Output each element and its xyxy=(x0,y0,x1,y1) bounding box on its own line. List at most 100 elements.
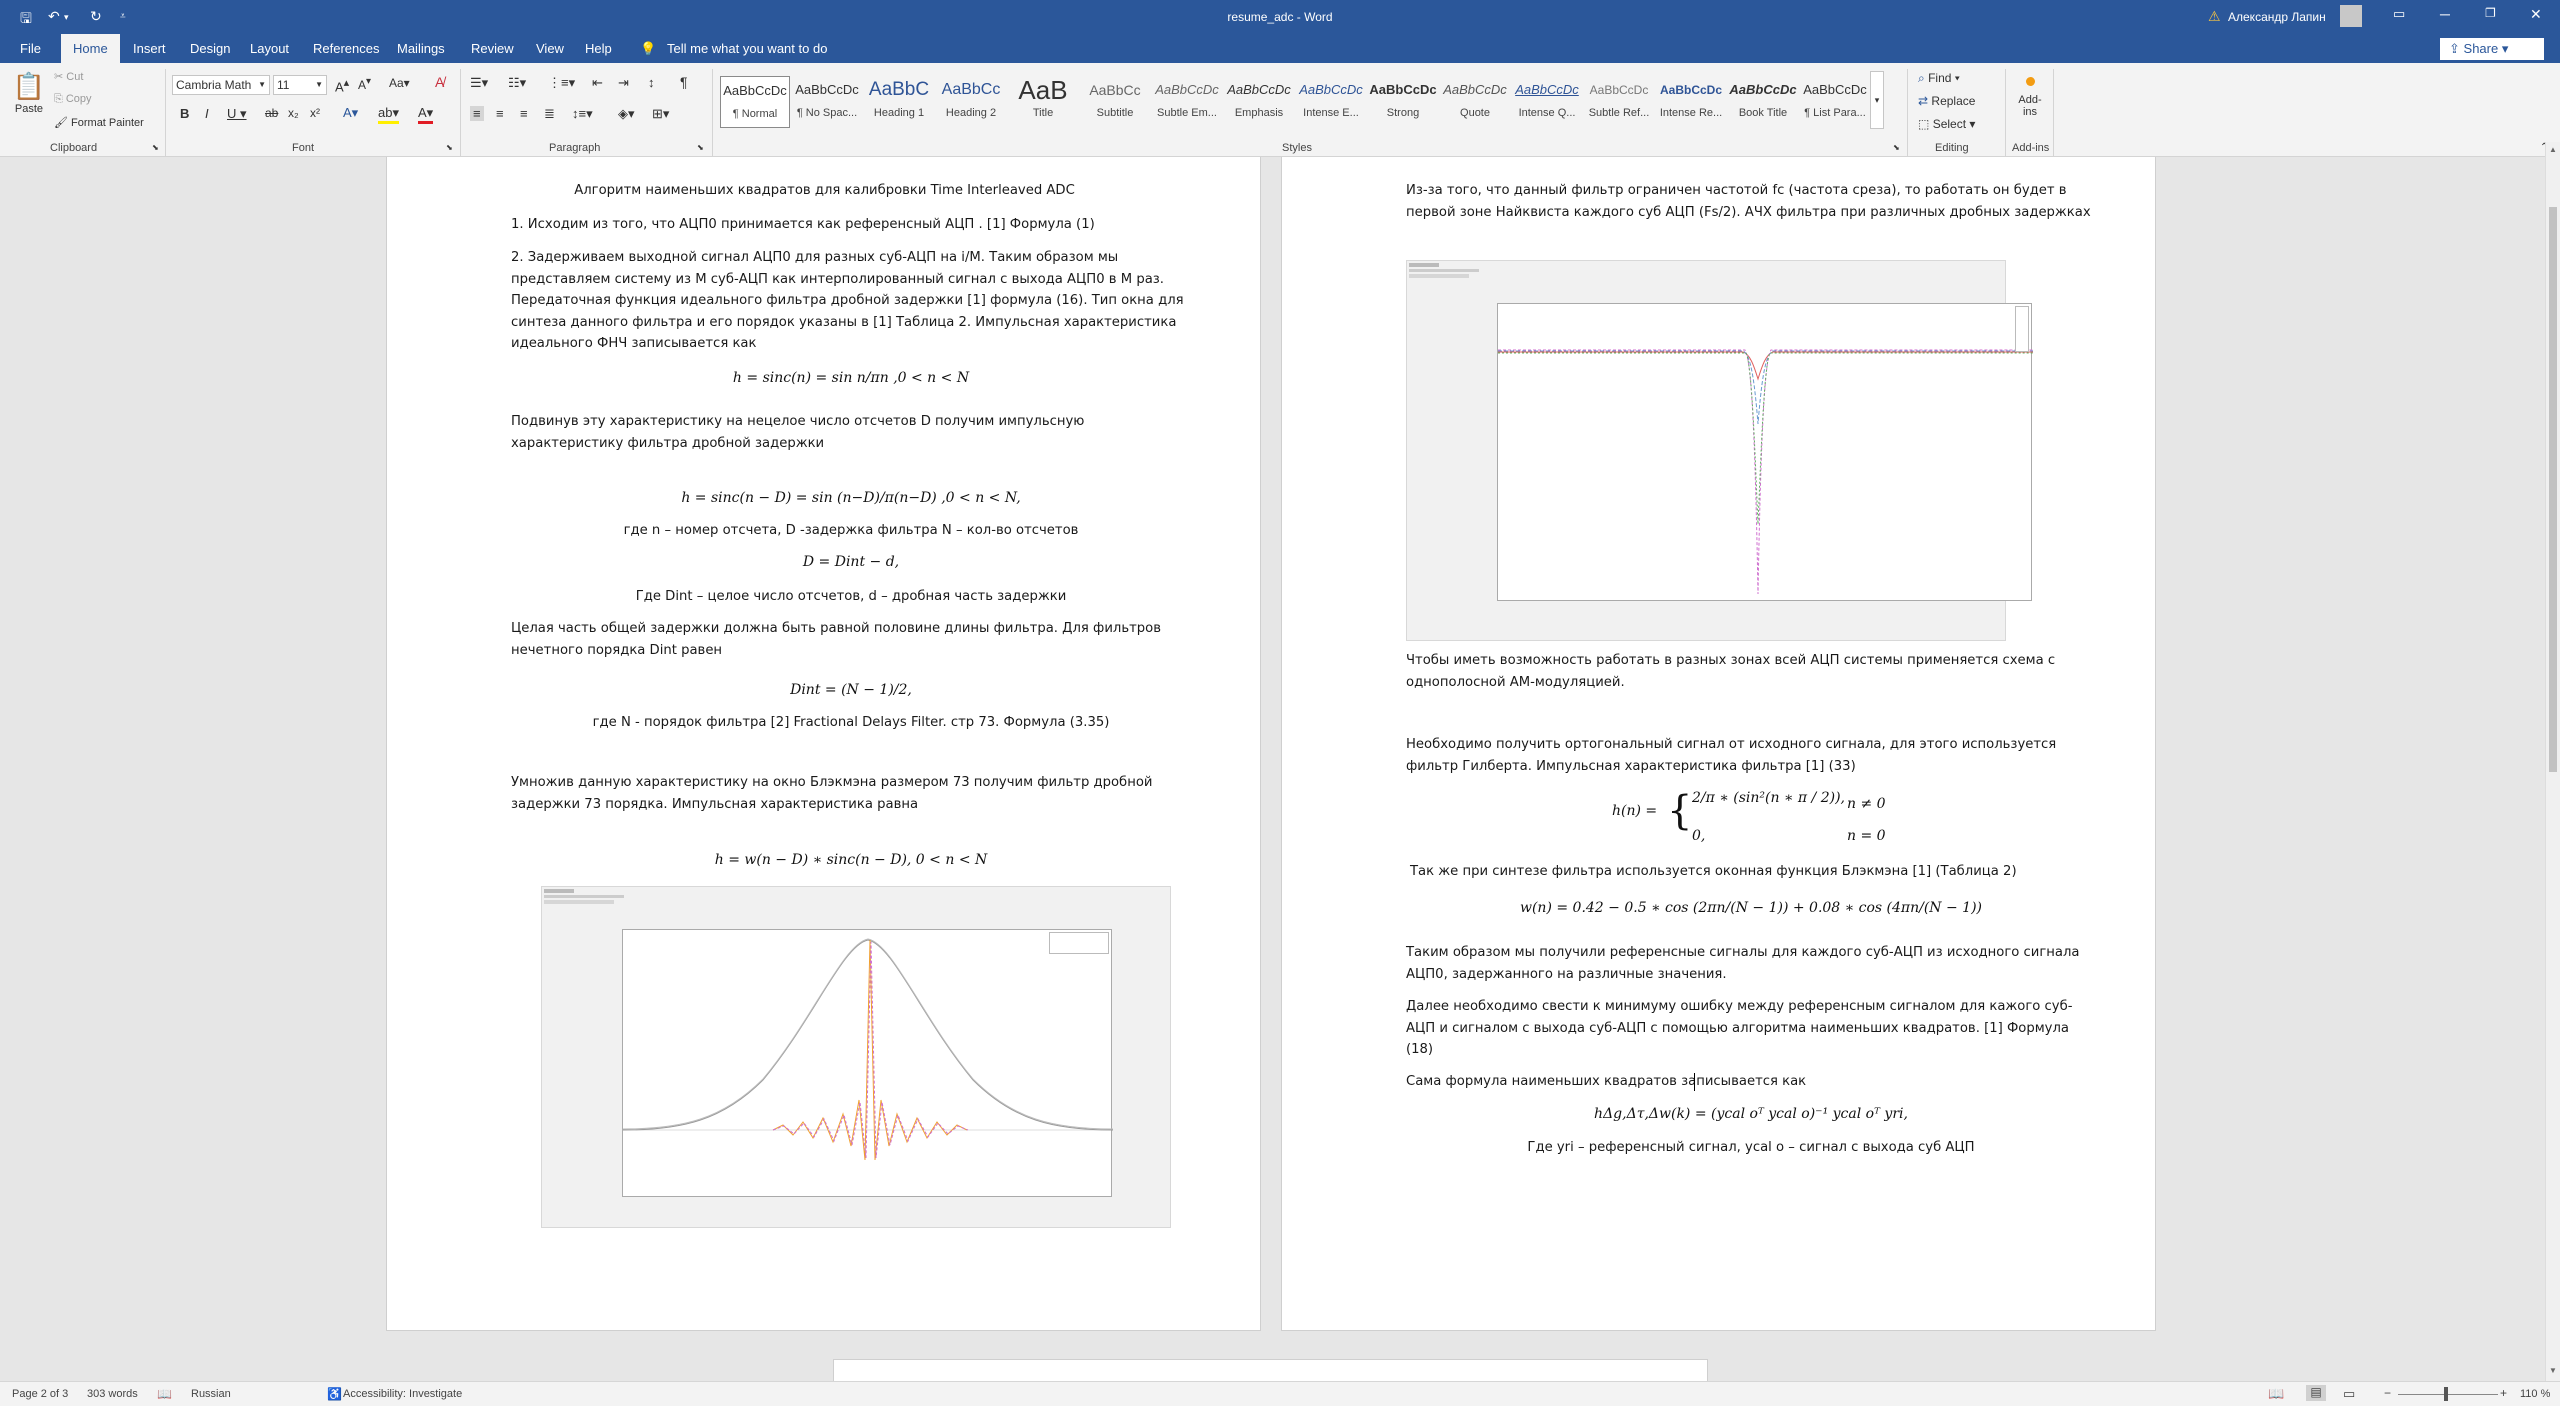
style-intense-quote[interactable]: AaBbCcDc Intense Q... xyxy=(1512,76,1582,128)
styles-more-icon[interactable]: ▾ xyxy=(1870,71,1884,129)
scroll-up-icon[interactable]: ▲ xyxy=(2549,145,2557,154)
decrease-indent-icon[interactable]: ⇤ xyxy=(592,75,603,91)
style-quote[interactable]: AaBbCcDc Quote xyxy=(1440,76,1510,128)
figure-impulse-response[interactable] xyxy=(541,886,1171,1228)
paragraph-5[interactable]: Где Dint – целое число отсчетов, d – дро… xyxy=(511,586,1191,608)
undo-dropdown-icon[interactable]: ▾ xyxy=(64,12,69,23)
tab-mailings[interactable]: Mailings xyxy=(397,34,445,63)
increase-indent-icon[interactable]: ⇥ xyxy=(618,75,629,91)
paste-button[interactable]: 📋 Paste xyxy=(12,69,46,129)
tab-insert[interactable]: Insert xyxy=(133,34,166,63)
select-button[interactable]: ⬚ Select ▾ xyxy=(1918,117,1975,131)
justify-icon[interactable]: ≣ xyxy=(544,106,555,122)
style-no-spacing[interactable]: AaBbCcDc ¶ No Spac... xyxy=(792,76,862,128)
bullets-icon[interactable]: ☰▾ xyxy=(470,75,488,91)
accessibility-status[interactable]: Accessibility: Investigate xyxy=(343,1388,462,1400)
zoom-in-icon[interactable]: + xyxy=(2500,1386,2507,1400)
font-size-select[interactable]: 11 ▼ xyxy=(273,75,327,95)
grow-font-icon[interactable]: A▴ xyxy=(335,76,349,94)
tell-me-search[interactable]: Tell me what you want to do xyxy=(667,34,827,63)
proofing-icon[interactable]: 📖 xyxy=(157,1387,172,1401)
tab-review[interactable]: Review xyxy=(471,34,514,63)
paragraph-2[interactable]: 2. Задерживаем выходной сигнал АЦП0 для … xyxy=(511,247,1191,355)
page-indicator[interactable]: Page 2 of 3 xyxy=(12,1388,68,1400)
paragraph-6[interactable]: Целая часть общей задержки должна быть р… xyxy=(511,618,1191,661)
paragraph-8[interactable]: Умножив данную характеристику на окно Бл… xyxy=(511,772,1191,815)
style-intense-reference[interactable]: AaBbCcDc Intense Re... xyxy=(1656,76,1726,128)
italic-icon[interactable]: I xyxy=(205,106,209,121)
tab-file[interactable]: File xyxy=(20,34,41,63)
style-list-paragraph[interactable]: AaBbCcDc ¶ List Para... xyxy=(1800,76,1870,128)
style-book-title[interactable]: AaBbCcDc Book Title xyxy=(1728,76,1798,128)
subscript-icon[interactable]: x₂ xyxy=(288,106,299,120)
style-subtle-emphasis[interactable]: AaBbCcDc Subtle Em... xyxy=(1152,76,1222,128)
paragraph-r4[interactable]: Так же при синтезе фильтра используется … xyxy=(1410,861,2100,883)
align-center-icon[interactable]: ≡ xyxy=(496,106,504,121)
vertical-scrollbar[interactable]: ▲ ▼ xyxy=(2545,142,2560,1381)
paragraph-r5[interactable]: Таким образом мы получили референсные си… xyxy=(1406,942,2096,985)
font-color-icon[interactable]: A▾ xyxy=(418,105,434,124)
equation-Dint[interactable]: Dint = (N − 1)/2, xyxy=(511,682,1191,698)
scroll-down-icon[interactable]: ▼ xyxy=(2549,1366,2557,1375)
align-right-icon[interactable]: ≡ xyxy=(520,106,528,121)
word-count[interactable]: 303 words xyxy=(87,1388,138,1400)
paragraph-r6[interactable]: Далее необходимо свести к минимуму ошибк… xyxy=(1406,996,2096,1061)
tab-design[interactable]: Design xyxy=(190,34,230,63)
zoom-slider-thumb[interactable] xyxy=(2444,1387,2448,1401)
style-intense-emphasis[interactable]: AaBbCcDc Intense E... xyxy=(1296,76,1366,128)
doc-title[interactable]: Алгоритм наименьших квадратов для калибр… xyxy=(447,180,1202,202)
styles-launcher-icon[interactable]: ⬊ xyxy=(1893,143,1900,152)
paragraph-r1[interactable]: Из-за того, что данный фильтр ограничен … xyxy=(1406,180,2096,223)
addins-button[interactable]: Add-ins xyxy=(2012,71,2048,133)
equation-blackman[interactable]: w(n) = 0.42 − 0.5 ∗ cos (2πn/(N − 1)) + … xyxy=(1406,900,2096,916)
bold-icon[interactable]: B xyxy=(180,106,189,121)
paragraph-r2[interactable]: Чтобы иметь возможность работать в разны… xyxy=(1406,650,2096,693)
paragraph-r3[interactable]: Необходимо получить ортогональный сигнал… xyxy=(1406,734,2096,777)
paragraph-r8[interactable]: Где yri – референсный сигнал, ycal o – с… xyxy=(1406,1137,2096,1159)
paragraph-7[interactable]: где N - порядок фильтра [2] Fractional D… xyxy=(511,712,1191,734)
show-marks-icon[interactable]: ¶ xyxy=(680,74,688,90)
close-icon[interactable]: ✕ xyxy=(2530,6,2542,23)
font-name-select[interactable]: Cambria Math ▼ xyxy=(172,75,270,95)
redo-icon[interactable]: ↻ xyxy=(90,8,102,25)
undo-icon[interactable]: ↶ xyxy=(48,8,60,25)
tab-help[interactable]: Help xyxy=(585,34,612,63)
shrink-font-icon[interactable]: A▾ xyxy=(358,76,371,92)
format-painter-button[interactable]: 🖌 Format Painter xyxy=(54,116,144,129)
print-layout-icon[interactable]: ▤ xyxy=(2306,1385,2326,1401)
paragraph-launcher-icon[interactable]: ⬊ xyxy=(697,143,704,152)
style-heading-2[interactable]: AaBbCc Heading 2 xyxy=(936,76,1006,128)
paragraph-1[interactable]: 1. Исходим из того, что АЦП0 принимается… xyxy=(511,214,1191,236)
style-subtitle[interactable]: AaBbCc Subtitle xyxy=(1080,76,1150,128)
scrollbar-thumb[interactable] xyxy=(2549,207,2557,772)
paragraph-3[interactable]: Подвинув эту характеристику на нецелое ч… xyxy=(511,411,1191,454)
replace-button[interactable]: ⇄ Replace xyxy=(1918,94,1975,108)
read-mode-icon[interactable]: 📖 xyxy=(2268,1386,2284,1402)
ribbon-display-icon[interactable]: ▭ xyxy=(2393,6,2405,22)
zoom-slider[interactable] xyxy=(2398,1394,2498,1395)
borders-icon[interactable]: ⊞▾ xyxy=(652,106,669,122)
paragraph-r7[interactable]: Сама формула наименьших квадратов записы… xyxy=(1406,1071,2096,1093)
font-launcher-icon[interactable]: ⬊ xyxy=(446,143,453,152)
shading-icon[interactable]: ◈▾ xyxy=(618,106,635,122)
equation-D[interactable]: D = Dint − d, xyxy=(511,554,1191,570)
tab-view[interactable]: View xyxy=(536,34,564,63)
style-title[interactable]: AaB Title xyxy=(1008,76,1078,128)
clipboard-launcher-icon[interactable]: ⬊ xyxy=(152,143,159,152)
style-subtle-reference[interactable]: AaBbCcDc Subtle Ref... xyxy=(1584,76,1654,128)
user-name[interactable]: Александр Лапин xyxy=(2228,10,2326,24)
restore-icon[interactable]: ❐ xyxy=(2485,6,2496,20)
equation-sinc[interactable]: h = sinc(n) = sin n/πn ,0 < n < N xyxy=(511,370,1191,386)
tab-references[interactable]: References xyxy=(313,34,379,63)
equation-shifted-sinc[interactable]: h = sinc(n − D) = sin (n−D)/π(n−D) ,0 < … xyxy=(511,490,1191,506)
style-strong[interactable]: AaBbCcDc Strong xyxy=(1368,76,1438,128)
strikethrough-icon[interactable]: ab xyxy=(265,106,278,120)
multilevel-list-icon[interactable]: ⋮≡▾ xyxy=(548,75,575,91)
avatar[interactable] xyxy=(2340,5,2362,27)
copy-button[interactable]: ⎘ Copy xyxy=(54,93,92,106)
save-icon[interactable]: 🖫 xyxy=(20,8,32,32)
tab-home[interactable]: Home xyxy=(61,34,120,63)
equation-lms[interactable]: hΔg,Δτ,Δw(k) = (ycal oᵀ ycal o)⁻¹ ycal o… xyxy=(1406,1106,2096,1122)
underline-icon[interactable]: U ▾ xyxy=(227,106,247,122)
change-case-icon[interactable]: Aa▾ xyxy=(389,76,410,90)
